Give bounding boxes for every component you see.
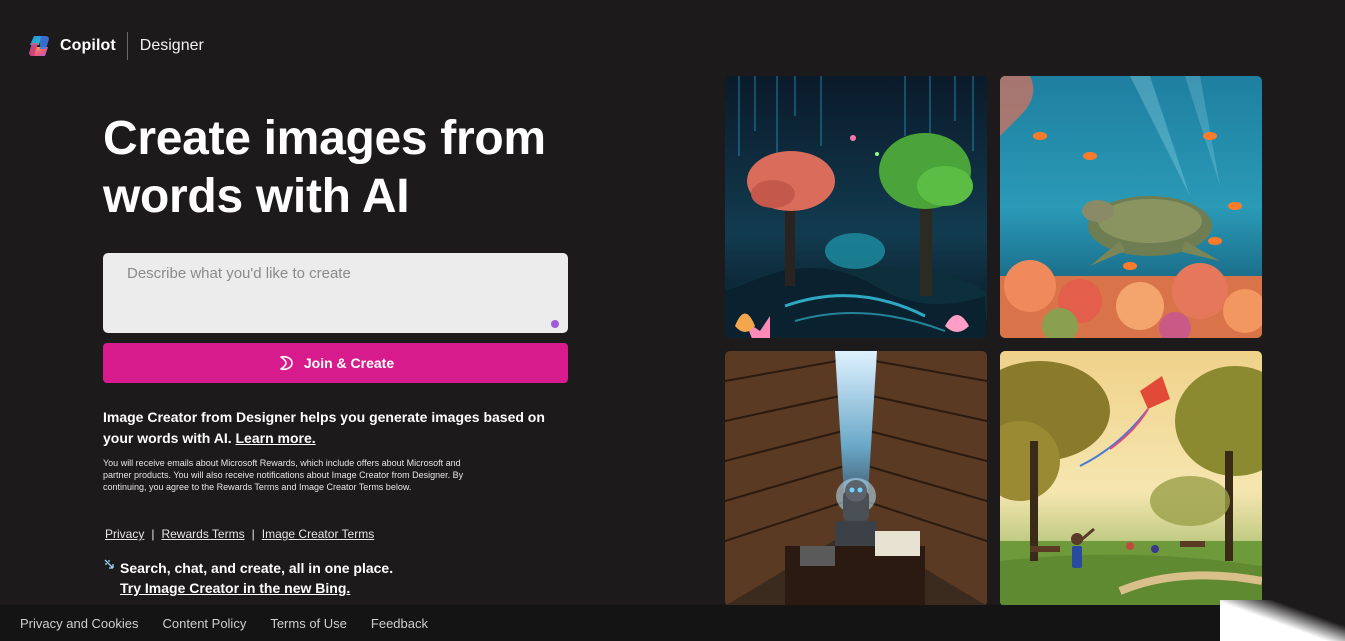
try-bing-link[interactable]: Try Image Creator in the new Bing. [103, 578, 393, 598]
product-name[interactable]: Designer [140, 37, 204, 55]
rewards-terms-link[interactable]: Rewards Terms [161, 527, 244, 541]
gallery-image-sea-turtle[interactable] [1000, 76, 1262, 338]
sparkle-arrow-icon [104, 559, 114, 569]
footer-terms-of-use-link[interactable]: Terms of Use [270, 616, 347, 631]
header-divider [126, 32, 128, 60]
join-and-create-label: Join & Create [303, 355, 395, 371]
gallery-image-kite-park[interactable] [1000, 351, 1262, 606]
brand-name[interactable]: Copilot [60, 37, 116, 55]
footer-feedback-link[interactable]: Feedback [371, 616, 428, 631]
description-text: Image Creator from Designer helps you ge… [103, 409, 545, 446]
rewards-fine-print: You will receive emails about Microsoft … [103, 458, 464, 492]
header: Copilot Designer [26, 32, 204, 60]
gallery-image-fantasy-forest[interactable] [725, 76, 987, 338]
promo-text: Search, chat, and create, all in one pla… [120, 560, 394, 576]
corner-shade [1220, 600, 1345, 641]
legal-links: Privacy | Rewards Terms | Image Creator … [105, 527, 374, 541]
legal-separator: | [251, 527, 255, 541]
image-creator-terms-link[interactable]: Image Creator Terms [262, 527, 374, 541]
footer-content-policy-link[interactable]: Content Policy [163, 616, 247, 631]
privacy-link[interactable]: Privacy [105, 527, 144, 541]
prompt-container [103, 253, 568, 333]
footer-privacy-cookies-link[interactable]: Privacy and Cookies [20, 616, 139, 631]
gallery-image-robot-library[interactable] [725, 351, 987, 606]
bing-promo: Search, chat, and create, all in one pla… [103, 558, 393, 598]
description: Image Creator from Designer helps you ge… [103, 407, 563, 449]
hero-title: Create images from words with AI [103, 112, 546, 223]
footer: Privacy and Cookies Content Policy Terms… [0, 605, 1220, 641]
join-and-create-button[interactable]: Join & Create [103, 343, 568, 383]
status-dot-icon [551, 320, 559, 328]
copilot-logo-icon[interactable] [26, 33, 52, 59]
legal-separator: | [151, 527, 155, 541]
prompt-input[interactable] [103, 253, 568, 333]
learn-more-link[interactable]: Learn more. [236, 430, 316, 446]
designer-sparkle-icon [280, 355, 293, 371]
example-gallery [725, 76, 1262, 606]
